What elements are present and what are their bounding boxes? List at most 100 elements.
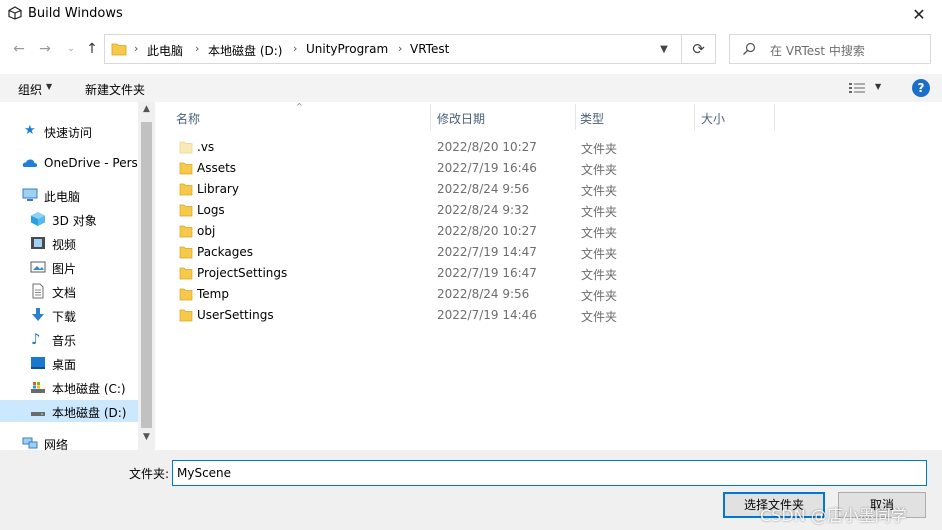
breadcrumb-separator: › xyxy=(398,42,403,55)
picture-icon xyxy=(30,261,46,273)
column-divider[interactable] xyxy=(430,104,431,130)
sidebar-item-label: 本地磁盘 (D:) xyxy=(52,406,127,420)
forward-arrow-icon[interactable]: → xyxy=(36,40,54,58)
network-icon xyxy=(22,437,38,449)
file-row[interactable]: Packages 2022/7/19 14:47 文件夹 xyxy=(157,242,942,263)
file-type: 文件夹 xyxy=(581,142,618,156)
file-name: ProjectSettings xyxy=(197,266,288,280)
search-placeholder: 在 VRTest 中搜索 xyxy=(770,44,865,58)
file-modified-date: 2022/8/24 9:32 xyxy=(437,203,530,217)
column-divider[interactable] xyxy=(575,104,576,130)
sidebar-item-drive-d[interactable]: 本地磁盘 (D:) xyxy=(0,400,138,422)
sidebar-item-this-pc[interactable]: 此电脑 xyxy=(0,184,138,206)
file-name: obj xyxy=(197,224,216,238)
sidebar-item-label: 快速访问 xyxy=(44,126,93,140)
sidebar-item-label: OneDrive - Perso xyxy=(44,156,138,170)
refresh-icon[interactable]: ⟳ xyxy=(682,34,716,64)
file-row[interactable]: UserSettings 2022/7/19 14:46 文件夹 xyxy=(157,305,942,326)
column-divider[interactable] xyxy=(774,104,775,130)
file-row[interactable]: .vs 2022/8/20 10:27 文件夹 xyxy=(157,137,942,158)
folder-icon xyxy=(179,288,193,301)
file-row[interactable]: obj 2022/8/20 10:27 文件夹 xyxy=(157,221,942,242)
dropdown-caret-icon[interactable]: ▼ xyxy=(875,82,881,91)
file-modified-date: 2022/8/24 9:56 xyxy=(437,287,530,301)
sidebar-item-documents[interactable]: 文档 xyxy=(0,280,138,302)
breadcrumb-drive-d[interactable]: 本地磁盘 (D:) xyxy=(208,42,282,59)
column-header-name[interactable]: 名称 xyxy=(176,110,200,127)
file-row[interactable]: Temp 2022/8/24 9:56 文件夹 xyxy=(157,284,942,305)
sidebar-item-music[interactable]: ♪ 音乐 xyxy=(0,328,138,350)
file-modified-date: 2022/8/20 10:27 xyxy=(437,224,537,238)
sidebar-item-drive-c[interactable]: 本地磁盘 (C:) xyxy=(0,376,138,398)
drive-icon xyxy=(31,412,45,416)
navigation-bar: ← → ⌄ ↑ › 此电脑 › 本地磁盘 (D:) › UnityProgram… xyxy=(0,32,942,66)
column-header-type[interactable]: 类型 xyxy=(580,110,604,127)
search-box[interactable]: 在 VRTest 中搜索 xyxy=(729,34,931,64)
file-type: 文件夹 xyxy=(581,310,618,324)
unity-icon xyxy=(8,6,22,20)
sidebar-item-pictures[interactable]: 图片 xyxy=(0,256,138,278)
back-arrow-icon[interactable]: ← xyxy=(10,40,28,58)
breadcrumb-vrtest[interactable]: VRTest xyxy=(410,42,449,56)
desktop-icon xyxy=(31,357,45,369)
scroll-up-icon[interactable]: ▲ xyxy=(138,104,155,118)
column-header-size[interactable]: 大小 xyxy=(701,110,725,127)
new-folder-button[interactable]: 新建文件夹 xyxy=(85,81,145,98)
folder-icon xyxy=(179,267,193,280)
sidebar-item-videos[interactable]: 视频 xyxy=(0,232,138,254)
sidebar-item-downloads[interactable]: 下载 xyxy=(0,304,138,326)
search-icon xyxy=(743,42,756,55)
file-type: 文件夹 xyxy=(581,247,618,261)
folder-name-input[interactable] xyxy=(172,460,927,486)
sort-ascending-icon: ^ xyxy=(296,102,303,111)
folder-icon xyxy=(111,43,127,56)
drive-icon xyxy=(31,382,45,393)
folder-icon xyxy=(179,246,193,259)
breadcrumb-this-pc[interactable]: 此电脑 xyxy=(147,42,183,59)
organize-menu[interactable]: 组织 xyxy=(18,81,42,98)
file-row[interactable]: Library 2022/8/24 9:56 文件夹 xyxy=(157,179,942,200)
help-icon[interactable]: ? xyxy=(912,79,930,97)
navigation-pane: ★ 快速访问 OneDrive - Perso 此电脑 3D 对象 视频 图片 … xyxy=(0,102,156,452)
scroll-down-icon[interactable]: ▼ xyxy=(138,432,155,446)
view-options-icon[interactable] xyxy=(848,81,866,95)
file-name: Packages xyxy=(197,245,253,259)
file-row[interactable]: Assets 2022/7/19 16:46 文件夹 xyxy=(157,158,942,179)
sidebar-item-label: 下载 xyxy=(52,310,77,324)
column-header-date[interactable]: 修改日期 xyxy=(437,110,485,127)
file-type: 文件夹 xyxy=(581,268,618,282)
close-button[interactable]: ✕ xyxy=(896,0,942,28)
computer-icon xyxy=(22,188,38,201)
sidebar-item-label: 此电脑 xyxy=(44,190,81,204)
breadcrumb-unityprogram[interactable]: UnityProgram xyxy=(306,42,388,56)
sidebar-item-3d-objects[interactable]: 3D 对象 xyxy=(0,208,138,230)
file-modified-date: 2022/7/19 14:46 xyxy=(437,308,537,322)
breadcrumb-separator: › xyxy=(293,42,298,55)
title-bar: Build Windows ✕ xyxy=(0,0,942,28)
column-divider[interactable] xyxy=(694,104,695,130)
file-row[interactable]: ProjectSettings 2022/7/19 16:47 文件夹 xyxy=(157,263,942,284)
scrollbar-thumb[interactable] xyxy=(141,122,152,428)
recent-chevron-icon[interactable]: ⌄ xyxy=(62,40,80,58)
sidebar-scrollbar[interactable]: ▲ ▼ xyxy=(138,102,155,450)
sidebar-item-quick-access[interactable]: ★ 快速访问 xyxy=(0,120,138,142)
sidebar-item-onedrive[interactable]: OneDrive - Perso xyxy=(0,152,138,174)
folder-label: 文件夹: xyxy=(129,467,170,481)
sidebar-item-desktop[interactable]: 桌面 xyxy=(0,352,138,374)
sidebar-item-label: 文档 xyxy=(52,286,77,300)
folder-icon xyxy=(179,309,193,322)
dropdown-caret-icon[interactable]: ▼ xyxy=(46,82,52,91)
file-row[interactable]: Logs 2022/8/24 9:32 文件夹 xyxy=(157,200,942,221)
address-dropdown-icon[interactable]: ▼ xyxy=(655,41,673,59)
folder-icon xyxy=(179,162,193,175)
address-bar[interactable]: › 此电脑 › 本地磁盘 (D:) › UnityProgram › VRTes… xyxy=(104,34,682,64)
file-list: ^ 名称 修改日期 类型 大小 .vs 2022/8/20 10:27 文件夹 Ass… xyxy=(157,102,942,450)
command-toolbar: 组织 ▼ 新建文件夹 ▼ ? xyxy=(0,74,942,102)
up-arrow-icon[interactable]: ↑ xyxy=(83,40,101,58)
download-icon xyxy=(32,308,44,321)
file-name: Assets xyxy=(197,161,237,175)
sidebar-item-label: 视频 xyxy=(52,238,77,252)
folder-icon xyxy=(179,225,193,238)
sidebar-item-label: 图片 xyxy=(52,262,77,276)
window-title: Build Windows xyxy=(28,6,123,21)
